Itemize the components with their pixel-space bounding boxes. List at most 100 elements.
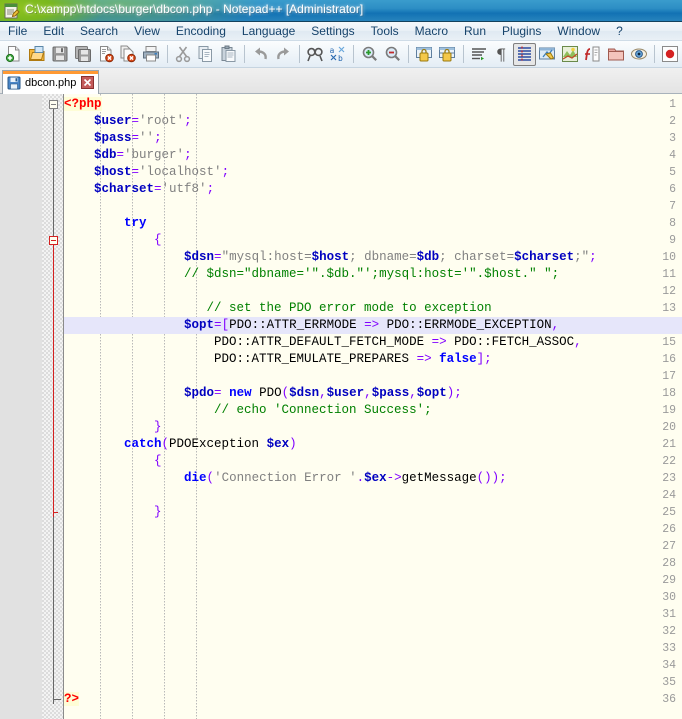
- code-line[interactable]: [64, 623, 682, 640]
- code-line[interactable]: catch(PDOException $ex): [64, 436, 682, 453]
- save-all-icon[interactable]: [71, 43, 94, 66]
- code-line[interactable]: try: [64, 215, 682, 232]
- open-file-icon[interactable]: [26, 43, 49, 66]
- replace-icon[interactable]: a b: [327, 43, 350, 66]
- code-line[interactable]: [64, 589, 682, 606]
- token-op: =>: [364, 318, 380, 332]
- close-tab-icon[interactable]: [81, 76, 95, 89]
- paste-icon[interactable]: [217, 43, 240, 66]
- menu-window[interactable]: Window: [549, 22, 608, 40]
- token-def: getMessage: [401, 471, 477, 485]
- code-line[interactable]: die('Connection Error '.$ex->getMessage(…: [64, 470, 682, 487]
- code-line[interactable]: [64, 538, 682, 555]
- menu-language[interactable]: Language: [234, 22, 303, 40]
- print-icon[interactable]: [140, 43, 163, 66]
- code-line[interactable]: }: [64, 504, 682, 521]
- indent-guide-icon[interactable]: [513, 42, 536, 66]
- close-all-icon[interactable]: [117, 43, 140, 66]
- toolbar-separator: [244, 45, 246, 63]
- find-icon[interactable]: [304, 43, 327, 66]
- fold-toggle-grey[interactable]: [49, 100, 58, 109]
- code-line[interactable]: PDO::ATTR_DEFAULT_FETCH_MODE => PDO::FET…: [64, 334, 682, 351]
- code-line[interactable]: $host='localhost';: [64, 164, 682, 181]
- code-line[interactable]: PDO::ATTR_EMULATE_PREPARES => false];: [64, 351, 682, 368]
- code-line[interactable]: [64, 283, 682, 300]
- monitoring-icon[interactable]: [627, 43, 650, 66]
- record-macro-icon[interactable]: [659, 43, 682, 66]
- code-line[interactable]: $opt=[PDO::ATTR_ERRMODE => PDO::ERRMODE_…: [64, 317, 682, 334]
- function-list-icon[interactable]: [582, 43, 605, 66]
- code-line[interactable]: // set the PDO error mode to exception: [64, 300, 682, 317]
- toolbar-separator: [298, 45, 300, 63]
- redo-icon[interactable]: [272, 43, 295, 66]
- menu-tools[interactable]: Tools: [363, 22, 407, 40]
- code-line[interactable]: // echo 'Connection Success';: [64, 402, 682, 419]
- code-line[interactable]: {: [64, 232, 682, 249]
- code-line[interactable]: [64, 198, 682, 215]
- code-line[interactable]: [64, 640, 682, 657]
- editor-area[interactable]: 1234567891011121314151617181920212223242…: [0, 94, 682, 719]
- code-line[interactable]: $user='root';: [64, 113, 682, 130]
- menu-run[interactable]: Run: [456, 22, 494, 40]
- code-line[interactable]: [64, 487, 682, 504]
- document-map-icon[interactable]: [559, 43, 582, 66]
- folder-workspace-icon[interactable]: [604, 43, 627, 66]
- token-op: =: [131, 114, 140, 128]
- copy-icon[interactable]: [194, 43, 217, 66]
- user-defined-dialog-icon[interactable]: [536, 43, 559, 66]
- cut-icon[interactable]: [172, 43, 195, 66]
- menu-edit[interactable]: Edit: [35, 22, 72, 40]
- tab-bar: dbcon.php: [0, 68, 682, 94]
- token-com: // set the PDO error mode to exception: [206, 301, 492, 315]
- menu-help[interactable]: ?: [608, 22, 631, 40]
- code-line[interactable]: [64, 368, 682, 385]
- code-line[interactable]: $pdo= new PDO($dsn,$user,$pass,$opt);: [64, 385, 682, 402]
- show-all-chars-icon[interactable]: ¶: [490, 43, 513, 66]
- menu-macro[interactable]: Macro: [407, 22, 456, 40]
- zoom-in-icon[interactable]: [358, 43, 381, 66]
- code-line[interactable]: <?php: [64, 96, 682, 113]
- token-punc: (: [206, 471, 215, 485]
- menu-view[interactable]: View: [126, 22, 168, 40]
- code-line[interactable]: // $dsn="dbname='".$db."';mysql:host='".…: [64, 266, 682, 283]
- sync-horizontal-icon[interactable]: [436, 43, 459, 66]
- code-line[interactable]: {: [64, 453, 682, 470]
- code-line[interactable]: ?>: [64, 691, 682, 708]
- token-punc: ): [289, 437, 297, 451]
- menu-encoding[interactable]: Encoding: [168, 22, 234, 40]
- code-line[interactable]: [64, 521, 682, 538]
- token-punc: ;: [206, 182, 215, 196]
- sync-vertical-icon[interactable]: [413, 43, 436, 66]
- token-punc: ,: [409, 386, 417, 400]
- code-line[interactable]: $pass='';: [64, 130, 682, 147]
- token-str: "mysql:host=: [221, 250, 312, 264]
- code-line[interactable]: $charset='utf8';: [64, 181, 682, 198]
- code-line[interactable]: [64, 555, 682, 572]
- fold-toggle-red[interactable]: [49, 236, 58, 245]
- token-var: $charset: [94, 182, 155, 196]
- code-line[interactable]: [64, 657, 682, 674]
- menu-settings[interactable]: Settings: [303, 22, 362, 40]
- code-line[interactable]: [64, 606, 682, 623]
- code-line[interactable]: [64, 674, 682, 691]
- svg-text:b: b: [338, 54, 343, 63]
- code-line[interactable]: $dsn="mysql:host=$host; dbname=$db; char…: [64, 249, 682, 266]
- menu-plugins[interactable]: Plugins: [494, 22, 549, 40]
- word-wrap-icon[interactable]: [468, 43, 491, 66]
- zoom-out-icon[interactable]: [381, 43, 404, 66]
- code-line[interactable]: }: [64, 419, 682, 436]
- menu-search[interactable]: Search: [72, 22, 126, 40]
- code-line[interactable]: [64, 572, 682, 589]
- save-icon[interactable]: [49, 43, 72, 66]
- undo-icon[interactable]: [249, 43, 272, 66]
- tab-dbcon-php[interactable]: dbcon.php: [2, 70, 100, 94]
- code-line[interactable]: $db='burger';: [64, 147, 682, 164]
- new-file-icon[interactable]: [3, 43, 26, 66]
- close-file-icon[interactable]: [94, 43, 117, 66]
- token-kw: try: [124, 216, 147, 230]
- menu-file[interactable]: File: [0, 22, 35, 40]
